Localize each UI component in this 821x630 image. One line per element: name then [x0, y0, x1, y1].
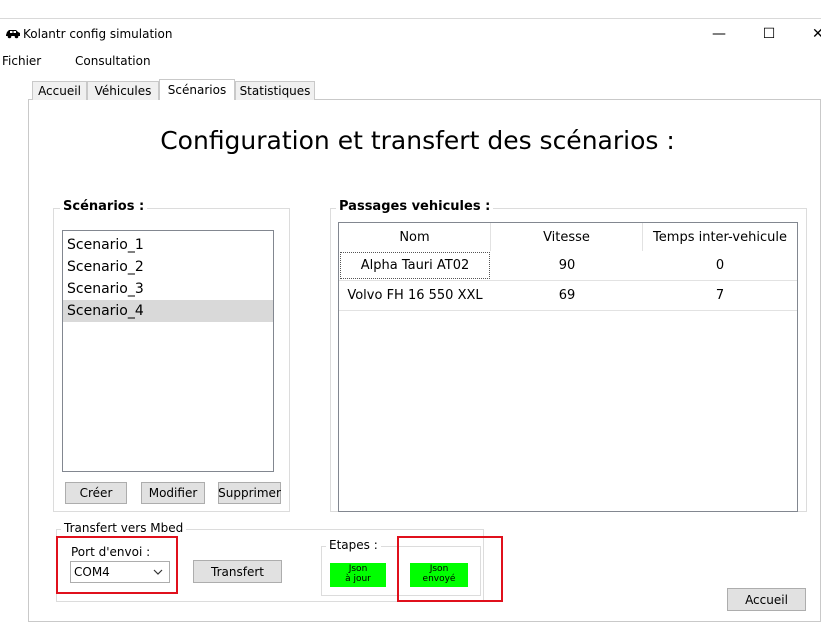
- page-title: Configuration et transfert des scénarios…: [160, 126, 675, 155]
- column-header-nom[interactable]: Nom: [339, 223, 491, 251]
- transfert-group-label: Transfert vers Mbed: [61, 521, 187, 535]
- home-button[interactable]: Accueil: [727, 588, 806, 611]
- cell-nom[interactable]: Alpha Tauri AT02: [339, 251, 491, 280]
- modify-button[interactable]: Modifier: [141, 482, 205, 504]
- scenarios-group-label: Scénarios :: [60, 199, 148, 214]
- highlight-port-box: [56, 536, 178, 594]
- tab-scenarios[interactable]: Scénarios: [159, 79, 235, 100]
- tab-accueil[interactable]: Accueil: [32, 81, 87, 100]
- transfer-button[interactable]: Transfert: [193, 560, 282, 583]
- cell-nom[interactable]: Volvo FH 16 550 XXL: [339, 281, 491, 310]
- table-header: Nom Vitesse Temps inter-vehicule: [339, 223, 797, 251]
- column-header-temps[interactable]: Temps inter-vehicule: [643, 223, 797, 251]
- table-row[interactable]: Alpha Tauri AT02 90 0: [339, 251, 797, 281]
- tab-statistiques[interactable]: Statistiques: [235, 81, 315, 100]
- passages-group-label: Passages vehicules :: [336, 199, 494, 214]
- car-icon: [6, 30, 20, 39]
- tab-vehicules[interactable]: Véhicules: [87, 81, 159, 100]
- window-title: Kolantr config simulation: [23, 27, 173, 41]
- list-item[interactable]: Scenario_3: [63, 278, 273, 300]
- cell-vitesse[interactable]: 90: [491, 251, 643, 280]
- menu-fichier[interactable]: Fichier: [2, 54, 41, 68]
- list-item[interactable]: Scenario_1: [63, 234, 273, 256]
- highlight-step-box: [397, 536, 503, 602]
- scenarios-list[interactable]: Scenario_1 Scenario_2 Scenario_3 Scenari…: [62, 230, 274, 472]
- list-item[interactable]: Scenario_4: [63, 300, 273, 322]
- step-json-updated-line1: Json: [348, 564, 368, 574]
- create-button[interactable]: Créer: [65, 482, 127, 504]
- etapes-label: Etapes :: [326, 538, 381, 552]
- step-json-updated: Json à jour: [330, 563, 386, 587]
- cell-vitesse[interactable]: 69: [491, 281, 643, 310]
- list-item[interactable]: Scenario_2: [63, 256, 273, 278]
- table-row[interactable]: Volvo FH 16 550 XXL 69 7: [339, 281, 797, 311]
- passages-table[interactable]: Nom Vitesse Temps inter-vehicule Alpha T…: [338, 222, 798, 512]
- title-bar: Kolantr config simulation — ☐ ✕: [0, 19, 821, 49]
- maximize-button[interactable]: ☐: [746, 19, 792, 49]
- cell-temps[interactable]: 7: [643, 281, 797, 310]
- minimize-button[interactable]: —: [696, 19, 742, 49]
- step-json-updated-line2: à jour: [345, 574, 371, 584]
- close-button[interactable]: ✕: [796, 19, 821, 49]
- menu-bar: Fichier Consultation: [0, 51, 821, 71]
- cell-temps[interactable]: 0: [643, 251, 797, 280]
- column-header-vitesse[interactable]: Vitesse: [491, 223, 643, 251]
- delete-button[interactable]: Supprimer: [218, 482, 281, 504]
- menu-consultation[interactable]: Consultation: [75, 54, 151, 68]
